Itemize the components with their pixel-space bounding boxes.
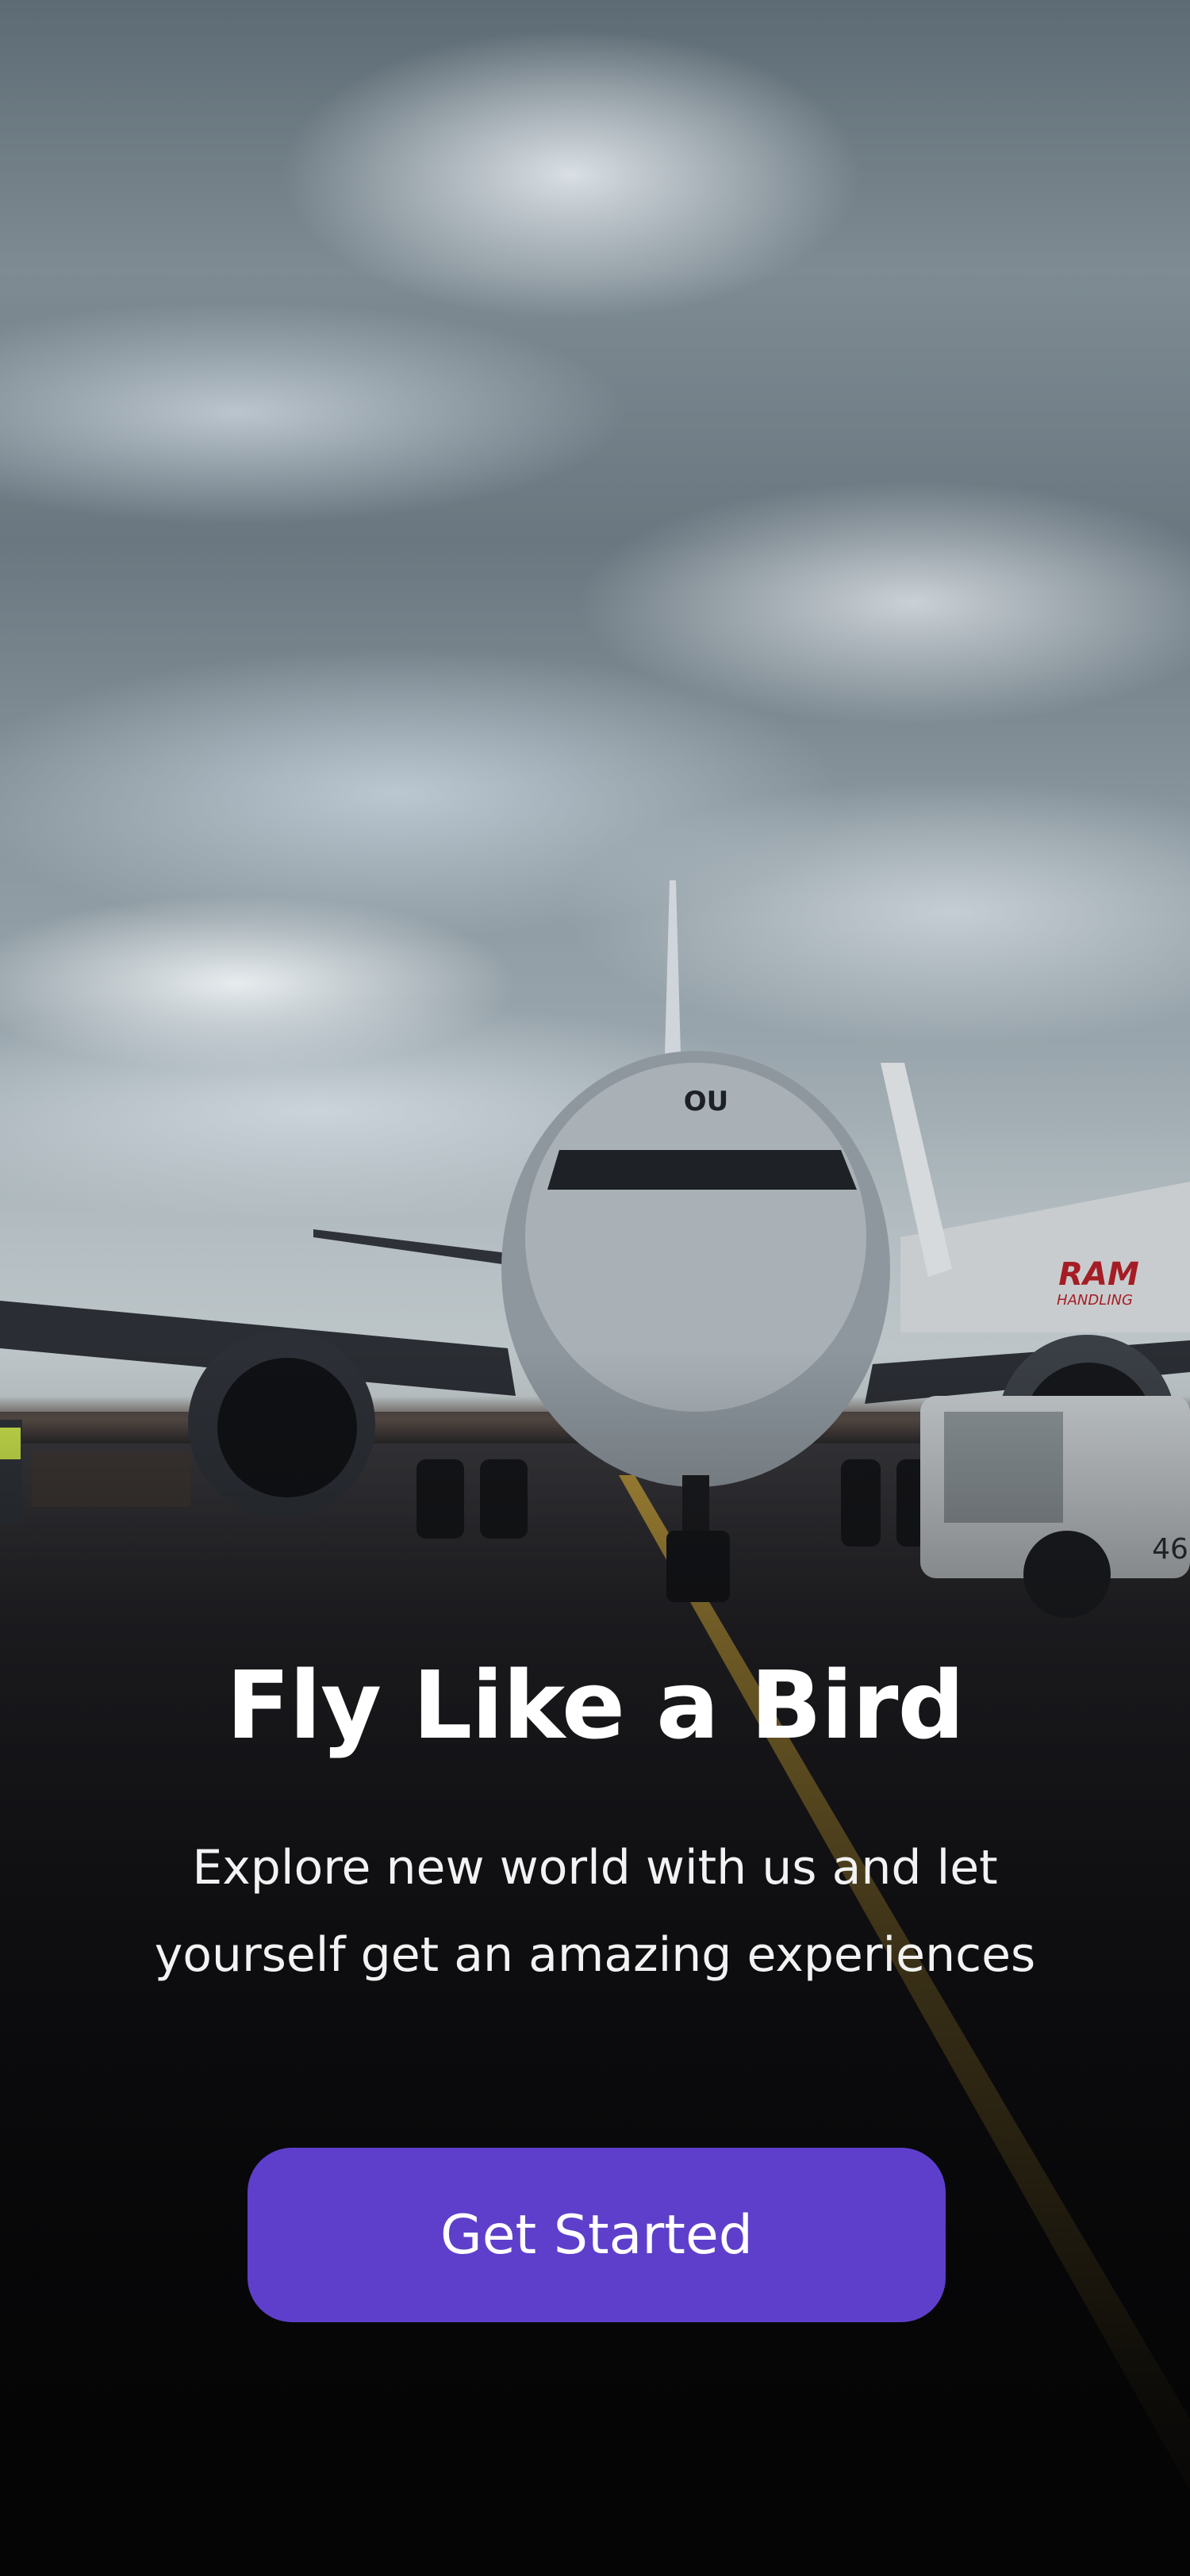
stairs-truck-logo-text: RAM: [1058, 1256, 1139, 1293]
onboarding-subtitle: Explore new world with us and let yourse…: [154, 1840, 1036, 1983]
nose-marking-text: OU: [684, 1086, 729, 1117]
stairs-truck-sublabel-text: HANDLING: [1057, 1292, 1133, 1309]
get-started-button[interactable]: Get Started: [248, 2148, 946, 2322]
onboarding-content: Fly Like a Bird Explore new world with u…: [0, 1642, 1190, 1999]
onboarding-screen: OU RAM HANDLING 46 Fly Like a Bird Explo…: [0, 0, 1190, 2576]
onboarding-title: Fly Like a Bird: [226, 1650, 965, 1760]
